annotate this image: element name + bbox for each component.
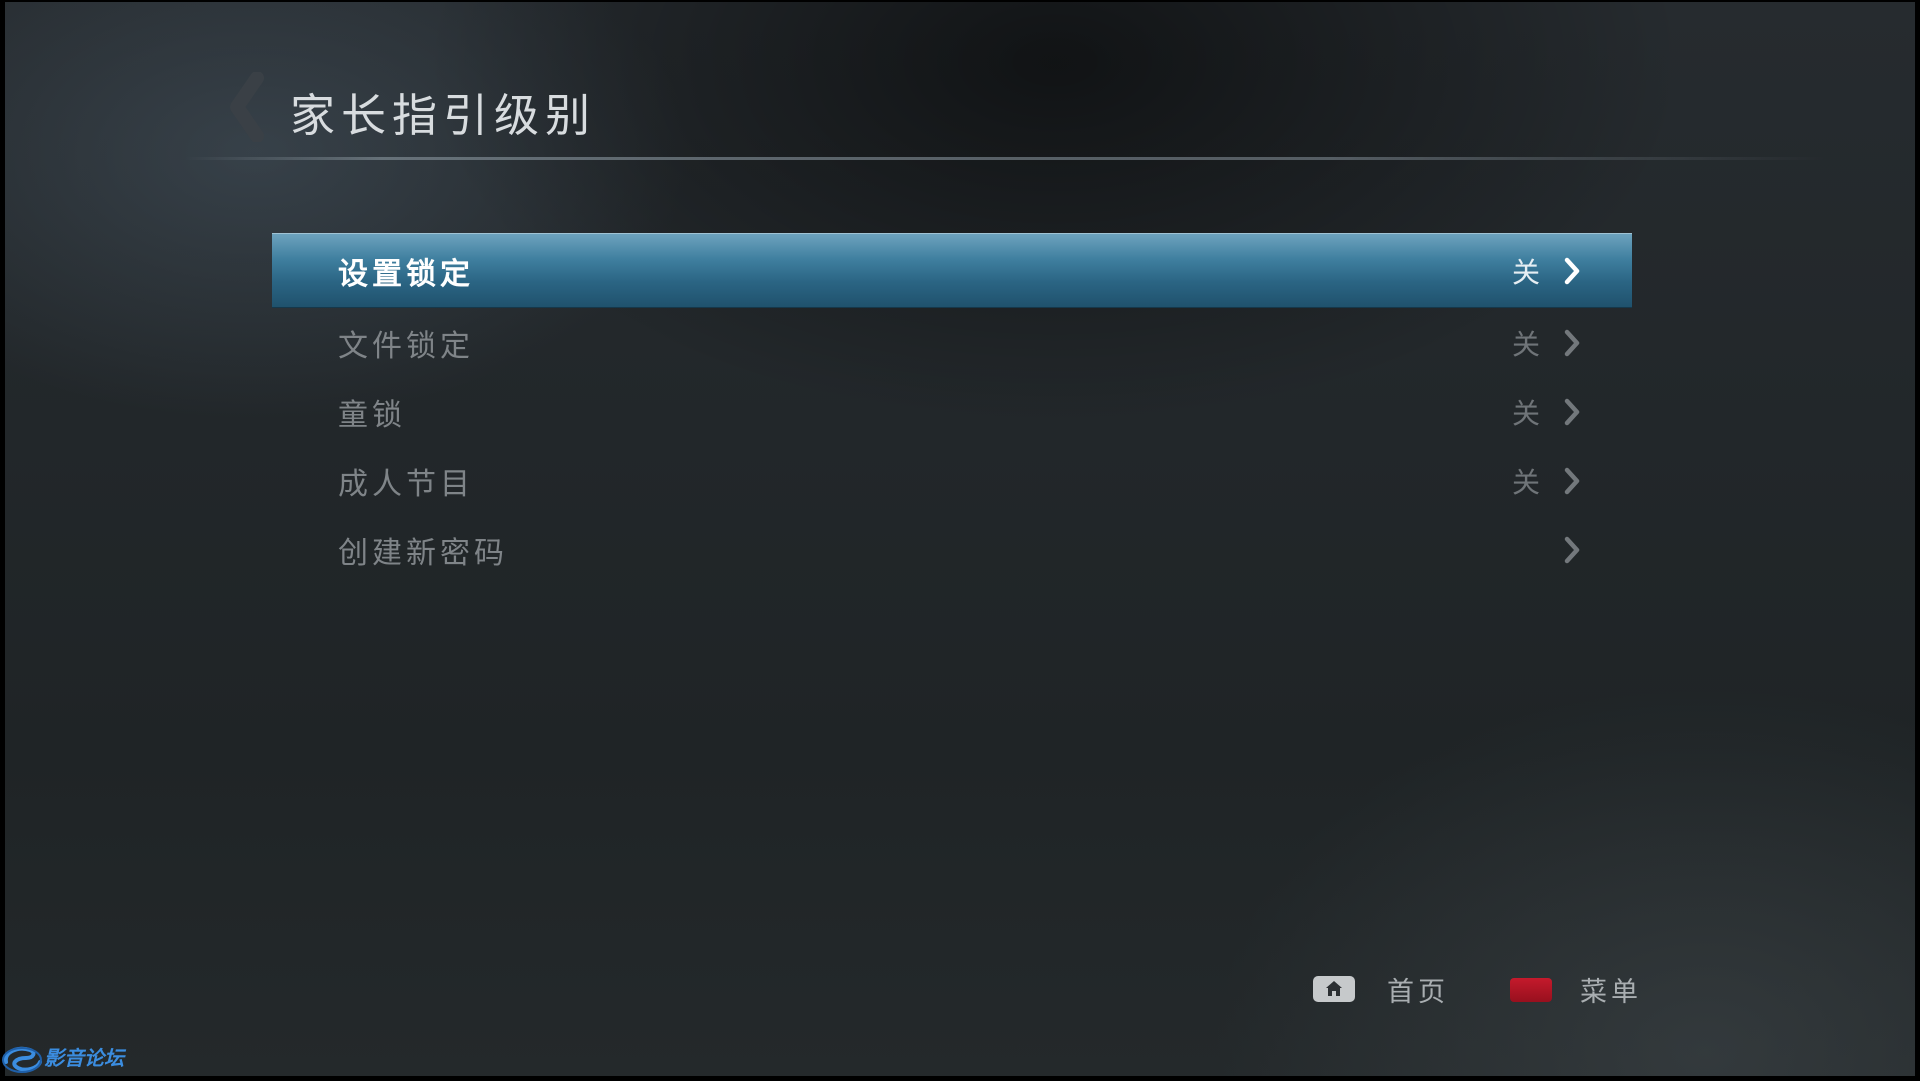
menu-item-label: 文件锁定: [338, 328, 474, 364]
menu-item-label: 成人节目: [338, 466, 474, 502]
menu-item-child-lock[interactable]: 童锁 关: [272, 377, 1632, 446]
menu-item-adult-programs[interactable]: 成人节目 关: [272, 446, 1632, 515]
tv-screen: 家长指引级别 设置锁定 关 文件锁定 关 童锁 关 成人节目 关 创建新密码 首…: [5, 2, 1915, 1076]
watermark-text: 影音论坛: [44, 1048, 124, 1070]
menu-item-setting-lock[interactable]: 设置锁定 关: [272, 233, 1632, 308]
menu-item-label: 设置锁定: [338, 256, 474, 292]
home-hint-label: 首页: [1387, 977, 1449, 1008]
menu-item-value: 关: [1511, 465, 1540, 499]
header-divider: [185, 157, 1825, 160]
home-icon: [1326, 981, 1342, 996]
menu-item-value: 关: [1511, 327, 1540, 361]
menu-item-value: 关: [1511, 255, 1540, 289]
chevron-right-icon: [1564, 329, 1580, 356]
footer-hints: 首页 菜单: [1310, 964, 1650, 1014]
menu-item-label: 创建新密码: [338, 535, 508, 571]
menu-item-create-new-password[interactable]: 创建新密码: [272, 515, 1632, 584]
menu-item-file-lock[interactable]: 文件锁定 关: [272, 308, 1632, 377]
menu-item-value: 关: [1511, 396, 1540, 430]
chevron-right-icon: [1564, 467, 1580, 494]
home-key-icon[interactable]: [1313, 976, 1355, 1002]
red-key-icon[interactable]: [1510, 978, 1552, 1002]
chevron-right-icon: [1564, 398, 1580, 425]
menu-item-label: 童锁: [338, 397, 406, 433]
chevron-left-icon[interactable]: [227, 72, 267, 142]
page-title: 家长指引级别: [290, 89, 597, 142]
menu-hint-label: 菜单: [1580, 977, 1642, 1008]
settings-menu: 设置锁定 关 文件锁定 关 童锁 关 成人节目 关 创建新密码: [272, 233, 1632, 584]
chevron-right-icon: [1564, 257, 1580, 284]
chevron-right-icon: [1564, 536, 1580, 563]
watermark-logo: 影音论坛: [0, 1040, 150, 1078]
swirl-logo-icon: [2, 1046, 42, 1073]
header: 家长指引级别: [5, 2, 1915, 162]
